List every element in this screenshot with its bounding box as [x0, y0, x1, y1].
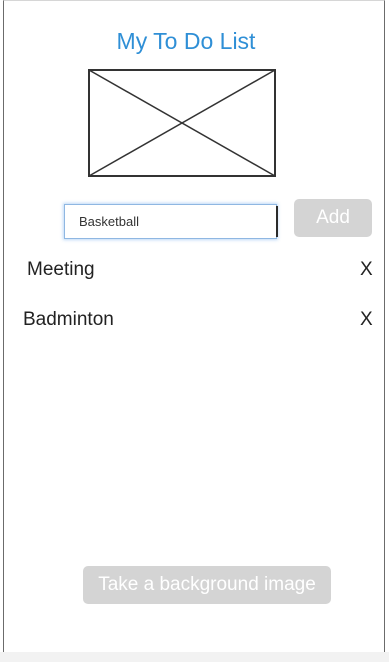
new-task-input[interactable]: [64, 204, 277, 239]
image-placeholder-icon: [88, 69, 276, 177]
page-title: My To Do List: [116, 28, 256, 54]
todo-text: Meeting: [27, 259, 95, 280]
delete-button[interactable]: X: [360, 259, 373, 281]
todo-list: Meeting X Badminton X: [0, 254, 389, 354]
bottom-bar: [0, 652, 389, 662]
take-background-image-button[interactable]: Take a background image: [83, 566, 331, 604]
delete-button[interactable]: X: [360, 309, 373, 331]
todo-text: Badminton: [23, 309, 114, 330]
list-item: Badminton X: [0, 304, 389, 354]
add-button[interactable]: Add: [294, 199, 372, 237]
list-item: Meeting X: [0, 254, 389, 304]
text-cursor: [276, 206, 278, 237]
